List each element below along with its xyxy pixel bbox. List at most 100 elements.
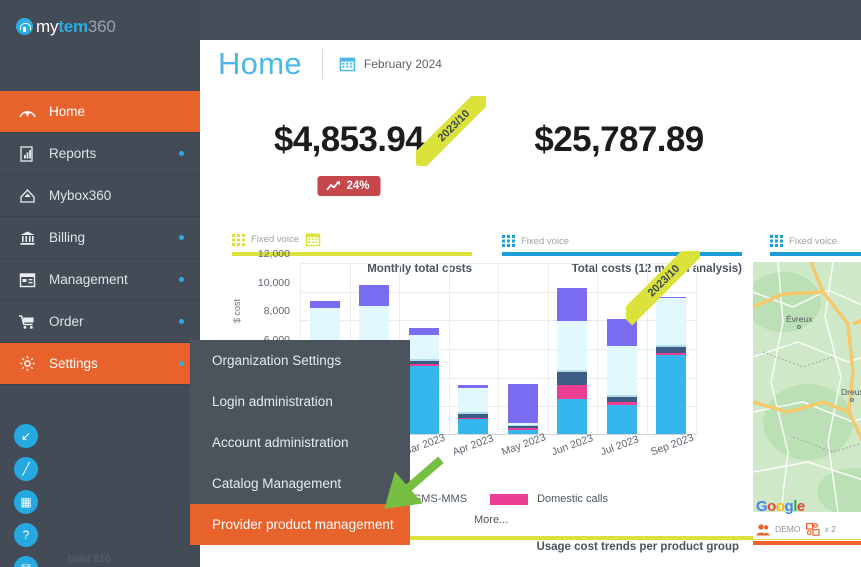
kpi-card-third[interactable]: Fixed voice [756, 100, 861, 278]
chart-bar-segment [656, 346, 687, 353]
chart-caption: Usage cost trends per product group [536, 541, 739, 553]
mail-icon[interactable]: ✉ [14, 556, 38, 567]
chart-x-tick-label: Jul 2023 [599, 433, 641, 459]
map-label-evreux: Évreux [786, 314, 812, 329]
sidebar-item-label: Order [49, 314, 84, 329]
map-rule [753, 541, 861, 545]
build-version-label: build 816 [68, 553, 111, 565]
sidebar-item-reports[interactable]: Reports [0, 133, 200, 175]
sidebar-item-label: Management [49, 272, 128, 287]
page-header: Home February 2024 [218, 46, 442, 82]
map-footer: DEMO x 2 [753, 519, 861, 539]
legend-more-link[interactable]: More... [474, 514, 508, 526]
brand-part-2: tem [58, 17, 88, 36]
chart-bar-segment [458, 412, 489, 414]
chart-bar-segment [408, 359, 439, 361]
kpi-card-total-12-month[interactable]: $25,787.89 Fixed voice Total costs (12 m… [488, 100, 750, 278]
chart-gridline-vertical [597, 263, 598, 435]
map-marker-icon [797, 325, 802, 329]
inbox-arrow-icon [17, 187, 37, 205]
kpi-legend: Fixed voice [232, 232, 472, 247]
calendar-icon[interactable] [305, 232, 321, 247]
chart-gridline-vertical [646, 263, 648, 435]
chart-bar-segment [606, 397, 637, 403]
kpi-footer: Fixed voice [770, 235, 861, 256]
app-window: mytem360 Home Reports Mybox360 Billing M… [0, 0, 861, 567]
sidebar-item-settings[interactable]: Settings [0, 343, 200, 385]
kpi-legend-label: Fixed voice [521, 235, 570, 247]
chart-bar-segment [656, 354, 687, 435]
sidebar-item-mybox360[interactable]: Mybox360 [0, 175, 200, 217]
chart-bar-segment [656, 352, 687, 355]
chart-bar-segment [557, 399, 588, 435]
chart-bar-segment [309, 300, 340, 308]
sidebar-item-label: Mybox360 [49, 188, 112, 203]
chart-bar[interactable] [606, 319, 637, 435]
chart-bar-segment [408, 328, 439, 335]
chart-bar-segment [507, 427, 538, 430]
calculator-icon[interactable]: ▦ [14, 490, 38, 514]
chart-bar[interactable] [557, 287, 588, 435]
kpi-legend: Fixed voice [770, 235, 861, 247]
chart-bar-segment [557, 371, 588, 385]
period-label[interactable]: February 2024 [364, 57, 442, 71]
chart-gridline-vertical [696, 263, 697, 435]
map-label-text: Dreux [841, 387, 861, 397]
chart-bar[interactable] [408, 328, 439, 435]
chart-bar-segment [408, 360, 439, 365]
page-title: Home [218, 46, 302, 81]
kpi-legend-label: Fixed voice [789, 235, 838, 247]
sites-map-widget[interactable]: Évreux Dreux Google DEMO x 2 [753, 262, 861, 549]
map-marker-icon [850, 398, 855, 402]
chart-bar-segment [408, 364, 439, 367]
collapse-icon[interactable]: ↙ [14, 424, 38, 448]
chart-bar-segment [656, 344, 687, 347]
sidebar-item-order[interactable]: Order [0, 301, 200, 343]
sidebar-item-home[interactable]: Home [0, 91, 200, 133]
chart-gridline-vertical [547, 263, 549, 435]
kpi-value: $4,853.94 [273, 120, 425, 159]
notification-dot [179, 151, 184, 156]
kpi-rule [770, 252, 861, 256]
sidebar-item-label: Home [49, 104, 86, 119]
brand-logo[interactable]: mytem360 [16, 17, 116, 37]
chart-bar-segment [606, 404, 637, 435]
kpi-footer: Fixed voice [502, 235, 742, 256]
report-chart-icon [17, 145, 37, 163]
chart-x-tick-label: May 2023 [500, 431, 548, 459]
home-arch-icon [17, 103, 37, 121]
chart-bar[interactable] [458, 385, 489, 435]
brand-part-3: 360 [87, 17, 116, 36]
chart-bar[interactable] [656, 296, 687, 435]
green-pointer-arrow [384, 456, 444, 509]
sidebar-item-management[interactable]: Management [0, 259, 200, 301]
kpi-legend: Fixed voice [502, 235, 742, 247]
chart-x-tick-label: Jun 2023 [549, 432, 595, 459]
help-icon[interactable]: ? [14, 523, 38, 547]
chart-x-tick-label: Apr 2023 [450, 432, 495, 459]
chart-bar-segment [557, 369, 588, 372]
chart-gridline-vertical [498, 263, 499, 435]
notification-dot [179, 277, 184, 282]
menu-item-login-administration[interactable]: Login administration [190, 381, 410, 422]
headset-icon [16, 18, 33, 35]
chart-y-axis-title: $ cost [232, 298, 242, 323]
map-footer-count: x 2 [824, 524, 836, 534]
chart-bar[interactable] [507, 384, 538, 435]
users-icon [756, 523, 770, 535]
sidebar-nav: Home Reports Mybox360 Billing Management… [0, 91, 200, 385]
chart-bar-segment [557, 287, 588, 321]
notification-dot [179, 361, 184, 366]
menu-item-organization-settings[interactable]: Organization Settings [190, 340, 410, 381]
sidebar-quick-actions: ↙ ╱ ▦ ? ✉ [14, 424, 44, 567]
chart-bar-segment [606, 395, 637, 398]
sidebar-item-billing[interactable]: Billing [0, 217, 200, 259]
kpi-trend-badge: 24% [317, 176, 381, 196]
legend-swatch [490, 493, 529, 505]
trend-up-icon [326, 181, 340, 191]
chart-y-tick-label: 10,000 [257, 276, 290, 289]
chart-bar-segment [606, 402, 637, 405]
theme-brush-icon[interactable]: ╱ [14, 457, 38, 481]
map-label-dreux: Dreux [841, 387, 861, 402]
chart-bar-segment [656, 296, 687, 298]
